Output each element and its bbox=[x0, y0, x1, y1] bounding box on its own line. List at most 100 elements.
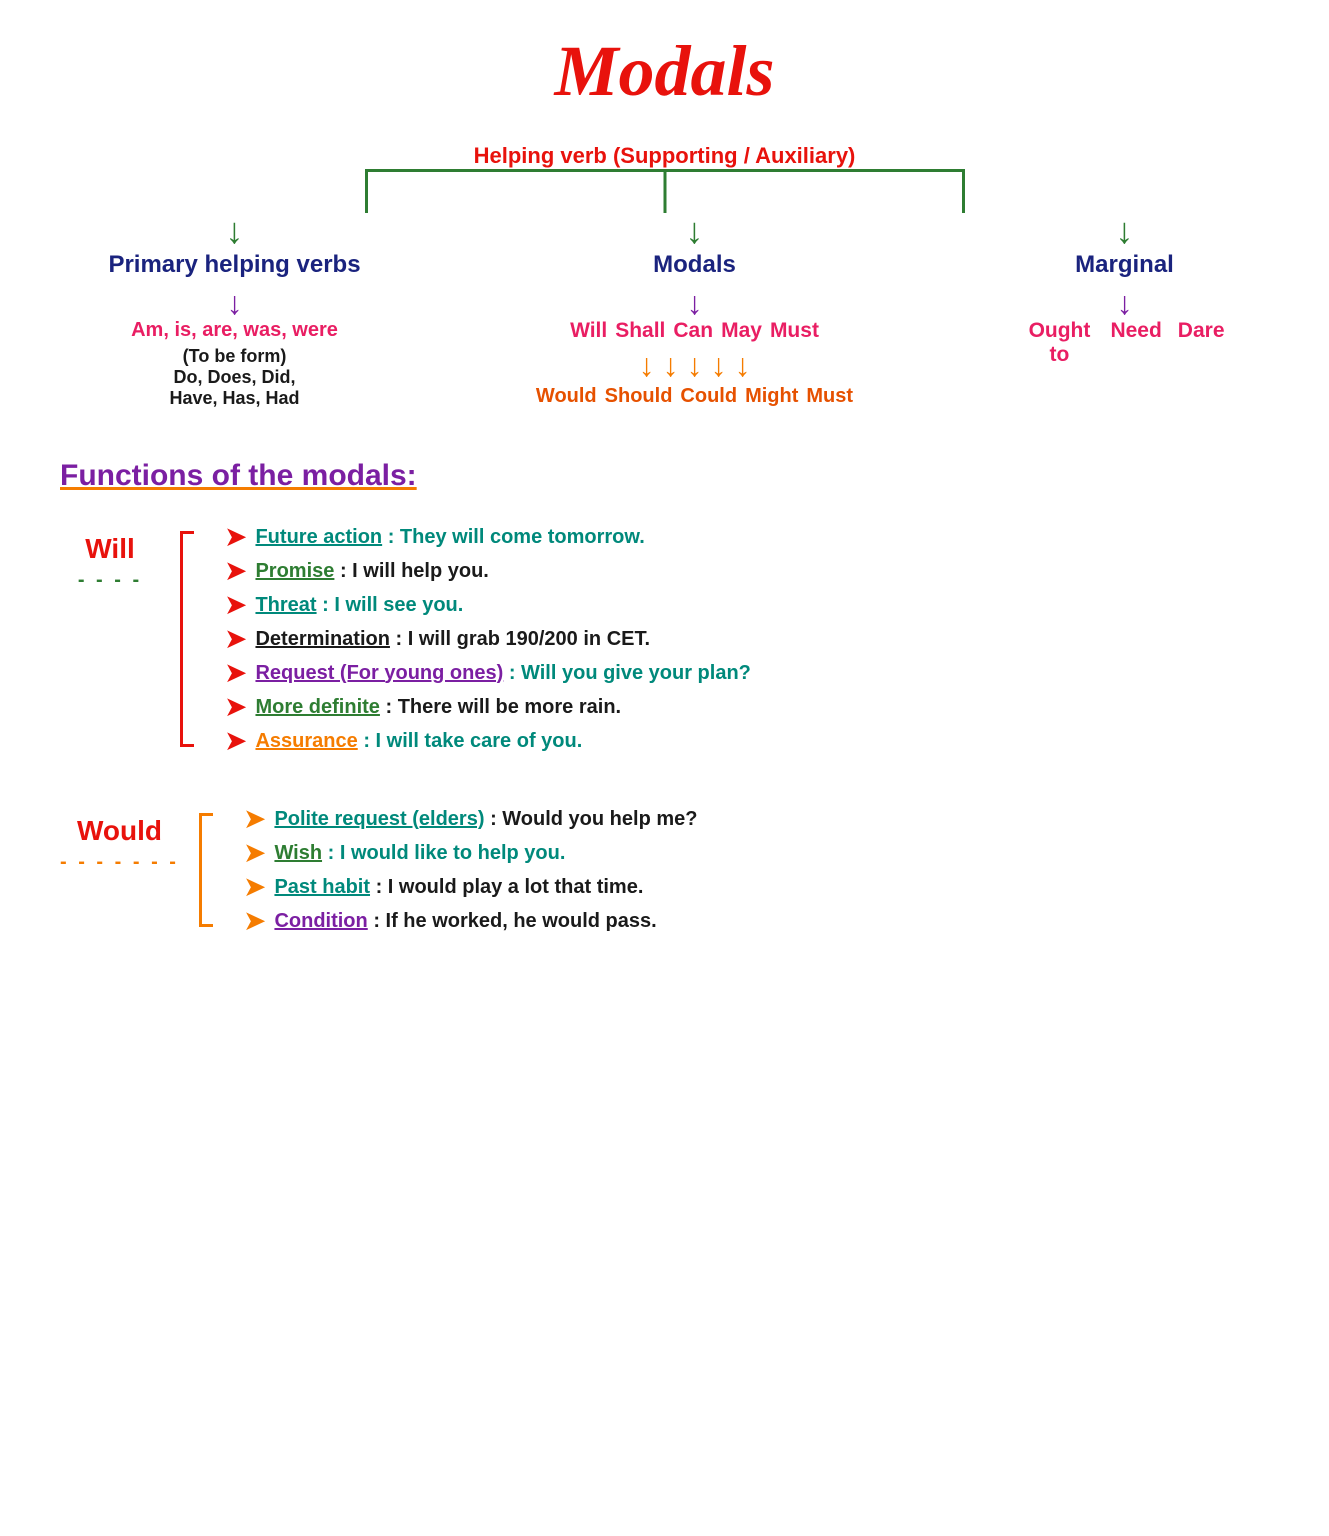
will-entry: Will - - - - ➤ Future action : They will… bbox=[60, 523, 1269, 755]
modal-can: Can bbox=[673, 319, 713, 343]
will-label-3: Threat bbox=[255, 594, 316, 616]
will-label-7: Assurance bbox=[255, 730, 357, 752]
modal-should: Should bbox=[605, 385, 673, 408]
col-marginal: ↓ Marginal ↓ Ought to Need Dare bbox=[1025, 213, 1225, 367]
modals-top-row: Will Shall Can May Must bbox=[445, 319, 945, 343]
will-label-6: More definite bbox=[255, 696, 379, 718]
arrow-marginal-down: ↓ bbox=[1025, 287, 1225, 319]
arrow-may-down: ↓ bbox=[711, 349, 727, 381]
would-label-2: Wish bbox=[274, 842, 322, 864]
would-func-2: ➤ Wish : I would like to help you. bbox=[243, 839, 698, 867]
will-body-4: : I will grab 190/200 in CET. bbox=[396, 628, 651, 650]
will-body-1: : They will come tomorrow. bbox=[388, 526, 645, 548]
will-functions: ➤ Future action : They will come tomorro… bbox=[204, 523, 751, 755]
would-func-3: ➤ Past habit : I would play a lot that t… bbox=[243, 873, 698, 901]
would-func-4: ➤ Condition : If he worked, he would pas… bbox=[243, 907, 698, 935]
will-func-3-text: Threat : I will see you. bbox=[255, 594, 463, 617]
will-body-2: : I will help you. bbox=[340, 560, 489, 582]
arrow-primary: ↓ bbox=[226, 213, 244, 249]
would-entry: Would - - - - - - - ➤ Polite request (el… bbox=[60, 805, 1269, 935]
will-func-4: ➤ Determination : I will grab 190/200 in… bbox=[224, 625, 751, 653]
arrow-primary-down: ↓ bbox=[105, 287, 365, 319]
modal-may: May bbox=[721, 319, 762, 343]
would-func-2-text: Wish : I would like to help you. bbox=[274, 842, 565, 865]
modal-will: Will bbox=[570, 319, 607, 343]
would-dashes: - - - - - - - bbox=[60, 851, 179, 874]
will-func-2: ➤ Promise : I will help you. bbox=[224, 557, 751, 585]
arrow-would-3: ➤ bbox=[243, 873, 266, 901]
will-func-1-text: Future action : They will come tomorrow. bbox=[255, 526, 644, 549]
would-bracket-area: ➤ Polite request (elders) : Would you he… bbox=[199, 805, 698, 935]
marginal-dare: Dare bbox=[1178, 319, 1225, 343]
arrow-shall-down: ↓ bbox=[663, 349, 679, 381]
would-label-4: Condition bbox=[274, 910, 367, 932]
will-func-5-text: Request (For young ones) : Will you give… bbox=[255, 662, 750, 685]
arrow-will-7: ➤ bbox=[224, 727, 247, 755]
tree-root-text: Helping verb (Supporting / Auxiliary) bbox=[474, 143, 856, 168]
arrow-will-1: ➤ bbox=[224, 523, 247, 551]
arrow-marginal: ↓ bbox=[1116, 213, 1134, 249]
will-bracket-top bbox=[180, 531, 194, 534]
marginal-children-area: ↓ Ought to Need Dare bbox=[1025, 287, 1225, 367]
arrow-modals-down: ↓ bbox=[445, 287, 945, 319]
would-func-1-text: Polite request (elders) : Would you help… bbox=[274, 808, 697, 831]
primary-children: ↓ Am, is, are, was, were (To be form)Do,… bbox=[105, 287, 365, 409]
would-bracket-top bbox=[199, 813, 213, 816]
modals-children-area: ↓ Will Shall Can May Must ↓ ↓ ↓ ↓ ↓ bbox=[445, 287, 945, 408]
will-func-2-text: Promise : I will help you. bbox=[255, 560, 488, 583]
will-func-5: ➤ Request (For young ones) : Will you gi… bbox=[224, 659, 751, 687]
would-bracket bbox=[199, 805, 215, 935]
will-func-3: ➤ Threat : I will see you. bbox=[224, 591, 751, 619]
would-body-2: : I would like to help you. bbox=[328, 842, 566, 864]
will-body-7: : I will take care of you. bbox=[363, 730, 582, 752]
will-bracket bbox=[180, 523, 196, 755]
would-label-1: Polite request (elders) bbox=[274, 808, 484, 830]
arrow-can-down: ↓ bbox=[687, 349, 703, 381]
functions-section: Functions of the modals: Will - - - - ➤ … bbox=[60, 459, 1269, 935]
will-bracket-area: ➤ Future action : They will come tomorro… bbox=[180, 523, 751, 755]
will-label-5: Request (For young ones) bbox=[255, 662, 503, 684]
would-functions: ➤ Polite request (elders) : Would you he… bbox=[223, 805, 698, 935]
will-func-6-text: More definite : There will be more rain. bbox=[255, 696, 621, 719]
arrow-will-5: ➤ bbox=[224, 659, 247, 687]
would-word-label: Would bbox=[77, 815, 162, 847]
would-func-3-text: Past habit : I would play a lot that tim… bbox=[274, 876, 643, 899]
will-body-6: : There will be more rain. bbox=[385, 696, 621, 718]
marginal-ought: Ought to bbox=[1025, 319, 1095, 367]
primary-child2: (To be form)Do, Does, Did,Have, Has, Had bbox=[105, 346, 365, 409]
would-bracket-bottom bbox=[199, 924, 213, 927]
tree-columns: ↓ Primary helping verbs ↓ Am, is, are, w… bbox=[65, 213, 1265, 409]
modals-past-row: Would Should Could Might Must bbox=[445, 385, 945, 408]
modal-must: Must bbox=[770, 319, 819, 343]
would-label-side: Would - - - - - - - bbox=[60, 805, 179, 874]
modal-could: Could bbox=[680, 385, 737, 408]
will-dashes: - - - - bbox=[78, 569, 142, 592]
tree-root: Helping verb (Supporting / Auxiliary) bbox=[65, 143, 1265, 169]
will-label-1: Future action bbox=[255, 526, 382, 548]
will-func-1: ➤ Future action : They will come tomorro… bbox=[224, 523, 751, 551]
would-func-1: ➤ Polite request (elders) : Would you he… bbox=[243, 805, 698, 833]
page-title: Modals bbox=[60, 30, 1269, 113]
arrow-would-4: ➤ bbox=[243, 907, 266, 935]
col-modals: ↓ Modals ↓ Will Shall Can May Must ↓ ↓ ↓… bbox=[445, 213, 945, 408]
will-bracket-vertical bbox=[180, 531, 183, 747]
modals-arrows-row: ↓ ↓ ↓ ↓ ↓ bbox=[445, 349, 945, 381]
functions-title: Functions of the modals: bbox=[60, 459, 1269, 493]
arrow-would-2: ➤ bbox=[243, 839, 266, 867]
will-func-7-text: Assurance : I will take care of you. bbox=[255, 730, 582, 753]
col-primary: ↓ Primary helping verbs ↓ Am, is, are, w… bbox=[105, 213, 365, 409]
primary-header: ↓ Primary helping verbs bbox=[105, 213, 365, 279]
would-body-4: : If he worked, he would pass. bbox=[373, 910, 656, 932]
modal-would: Would bbox=[536, 385, 597, 408]
would-bracket-vertical bbox=[199, 813, 202, 927]
modal-shall: Shall bbox=[615, 319, 665, 343]
arrow-will-6: ➤ bbox=[224, 693, 247, 721]
marginal-words: Ought to Need Dare bbox=[1025, 319, 1225, 367]
arrow-will-3: ➤ bbox=[224, 591, 247, 619]
will-label-2: Promise bbox=[255, 560, 334, 582]
will-body-3: : I will see you. bbox=[322, 594, 463, 616]
would-func-4-text: Condition : If he worked, he would pass. bbox=[274, 910, 656, 933]
will-label-4: Determination bbox=[255, 628, 389, 650]
would-body-3: : I would play a lot that time. bbox=[376, 876, 644, 898]
primary-label: Primary helping verbs bbox=[108, 251, 360, 279]
